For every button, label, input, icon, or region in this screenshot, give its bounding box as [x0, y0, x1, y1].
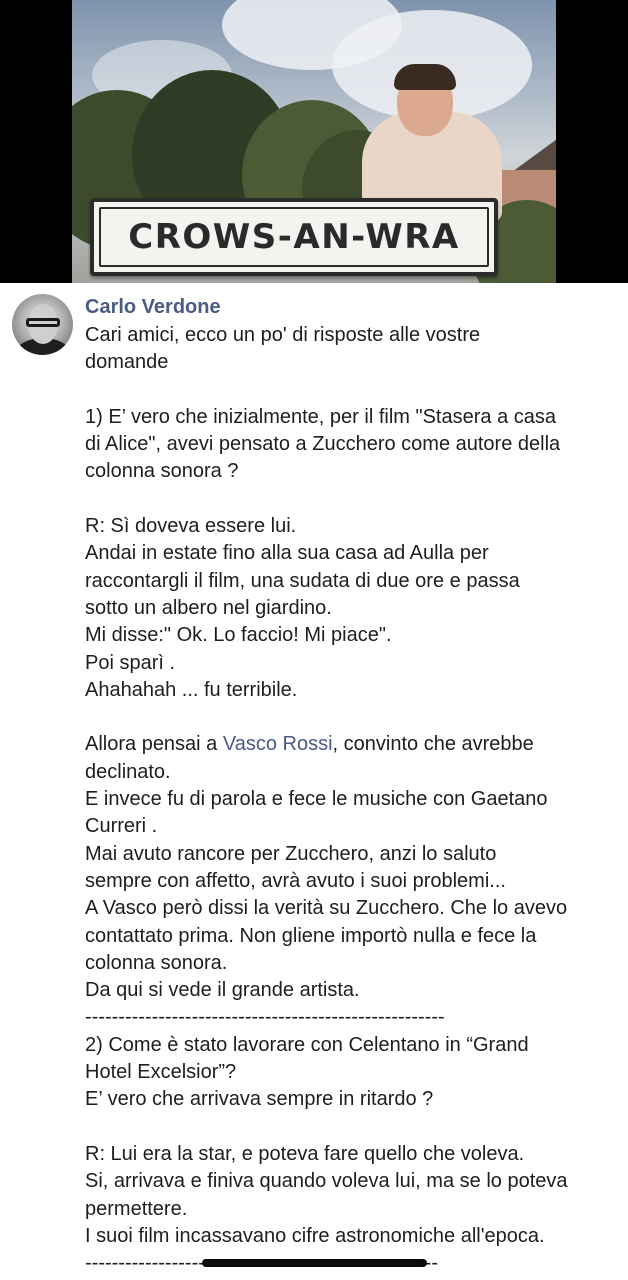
road-sign-text: CROWS-AN-WRA	[128, 217, 460, 257]
post-line: Cari amici, ecco un po' di risposte alle…	[85, 324, 481, 346]
post-line: E invece fu di parola e fece le musiche …	[85, 788, 548, 811]
post-line: Mi disse:" Ok. Lo faccio! Mi piace".	[85, 624, 392, 647]
post-line-with-mention: Allora pensai a Vasco Rossi, convinto ch…	[85, 733, 534, 756]
post-line: Poi sparì .	[85, 651, 176, 674]
mention-link-vasco-rossi[interactable]: Vasco Rossi	[223, 733, 333, 755]
post-text: Cari amici, ecco un po' di risposte alle…	[85, 322, 615, 1277]
post-line: declinato.	[85, 760, 171, 783]
post-line: R: Lui era la star, e poteva fare quello…	[85, 1142, 525, 1165]
post-line	[85, 1114, 615, 1141]
home-indicator[interactable]	[202, 1259, 427, 1267]
post-line: colonna sonora ?	[85, 460, 239, 483]
post-line: Hotel Excelsior”?	[85, 1061, 237, 1084]
post-line: Ahahahah ... fu terribile.	[85, 678, 298, 701]
post-line	[85, 377, 615, 404]
road-sign: CROWS-AN-WRA	[90, 198, 498, 276]
post-line: R: Sì doveva essere lui.	[85, 515, 297, 538]
post-line: permettere.	[85, 1197, 188, 1220]
author-name[interactable]: Carlo Verdone	[85, 296, 221, 319]
post-line	[85, 704, 615, 731]
text-divider: ----------------------------------------…	[85, 1006, 445, 1029]
post-line: Si, arrivava e finiva quando voleva lui,…	[85, 1170, 568, 1193]
post-line: Andai in estate fino alla sua casa ad Au…	[85, 542, 489, 565]
post-line	[85, 486, 615, 513]
post-line: raccontargli il film, una sudata di due …	[85, 569, 520, 592]
post-line: contattato prima. Non gliene importò nul…	[85, 924, 537, 947]
post-line: sempre con affetto, avrà avuto i suoi pr…	[85, 869, 506, 892]
post-line: 1) E’ vero che inizialmente, per il film…	[85, 405, 556, 428]
post-line: Da qui si vede il grande artista.	[85, 979, 360, 1002]
post-line: sotto un albero nel giardino.	[85, 596, 332, 619]
author-avatar[interactable]	[12, 294, 73, 355]
post-line: domande	[85, 351, 169, 374]
post-line: Mai avuto rancore per Zucchero, anzi lo …	[85, 842, 497, 865]
post-line: di Alice", avevi pensato a Zucchero come…	[85, 433, 561, 456]
post-photo[interactable]: CROWS-AN-WRA	[72, 0, 556, 283]
post-line: colonna sonora.	[85, 951, 228, 974]
post-line: Curreri .	[85, 815, 158, 838]
post-line: 2) Come è stato lavorare con Celentano i…	[85, 1033, 529, 1056]
post-photo-frame[interactable]: CROWS-AN-WRA	[0, 0, 628, 283]
post-line: E’ vero che arrivava sempre in ritardo ?	[85, 1088, 434, 1111]
post-line: I suoi film incassavano cifre astronomic…	[85, 1224, 545, 1247]
post-line: A Vasco però dissi la verità su Zucchero…	[85, 897, 568, 920]
